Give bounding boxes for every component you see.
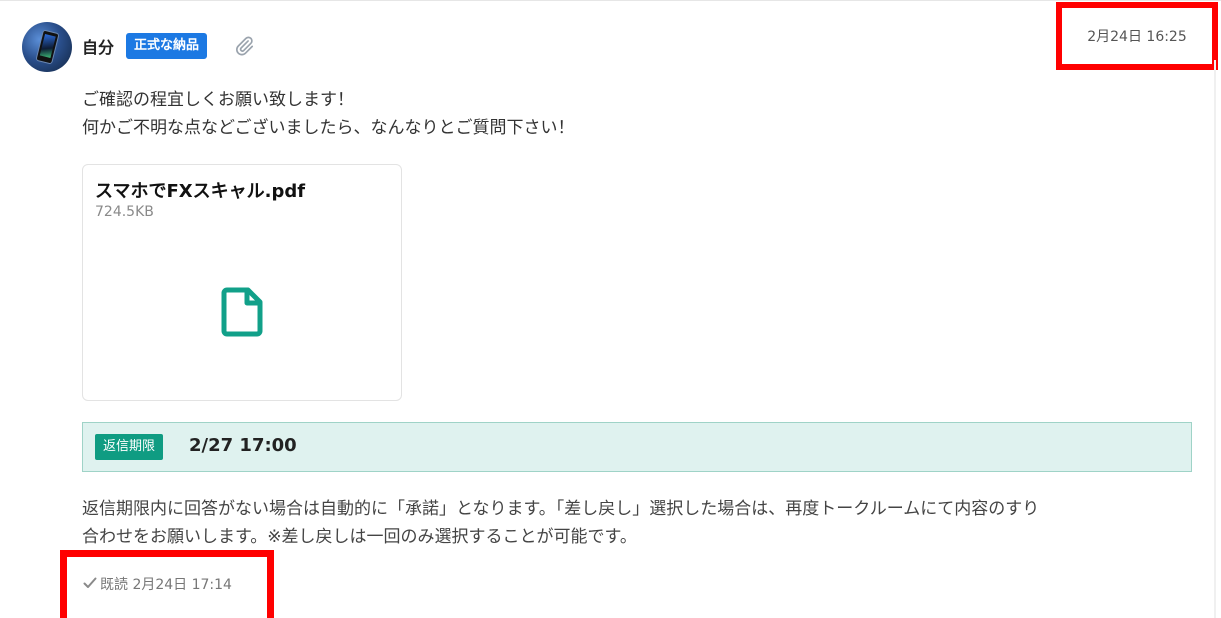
read-status-highlight: 既読 2月24日 17:14 — [60, 550, 274, 618]
deadline-notice: 返信期限内に回答がない場合は自動的に「承諾」となります。「差し戻し」選択した場合… — [82, 495, 1200, 551]
message-line: 何かご不明な点などございましたら、なんなりとご質問下さい！ — [82, 118, 575, 138]
attachment-file-size: 724.5KB — [95, 204, 154, 220]
reply-deadline-bar: 返信期限 2/27 17:00 — [82, 422, 1192, 472]
reply-deadline-label: 返信期限 — [95, 434, 164, 460]
read-status: 既読 2月24日 17:14 — [83, 574, 232, 594]
avatar[interactable] — [22, 22, 72, 72]
notice-line: 合わせをお願いします。※差し戻しは一回のみ選択することが可能です。 — [82, 527, 637, 547]
top-divider — [0, 0, 1221, 1]
checkmark-icon — [83, 577, 97, 588]
sent-time: 2月24日 16:25 — [1087, 29, 1187, 45]
notice-line: 返信期限内に回答がない場合は自動的に「承諾」となります。「差し戻し」選択した場合… — [82, 499, 1040, 519]
message-line: ご確認の程宜しくお願い致します！ — [82, 90, 354, 110]
message-body: ご確認の程宜しくお願い致します！ 何かご不明な点などございましたら、なんなりとご… — [82, 86, 575, 142]
avatar-phone-image — [35, 29, 60, 65]
attachment-card[interactable]: スマホでFXスキャル.pdf 724.5KB — [82, 164, 402, 401]
sent-time-highlight: 2月24日 16:25 — [1056, 2, 1218, 70]
attachment-file-name[interactable]: スマホでFXスキャル.pdf — [95, 177, 305, 203]
read-status-text: 既読 2月24日 17:14 — [100, 577, 232, 593]
scrollbar-track — [1214, 60, 1216, 618]
delivery-badge: 正式な納品 — [126, 33, 208, 59]
reply-deadline-value: 2/27 17:00 — [189, 435, 297, 456]
paperclip-icon[interactable] — [233, 34, 255, 58]
document-icon[interactable] — [221, 287, 265, 337]
sender-name: 自分 — [82, 38, 115, 57]
